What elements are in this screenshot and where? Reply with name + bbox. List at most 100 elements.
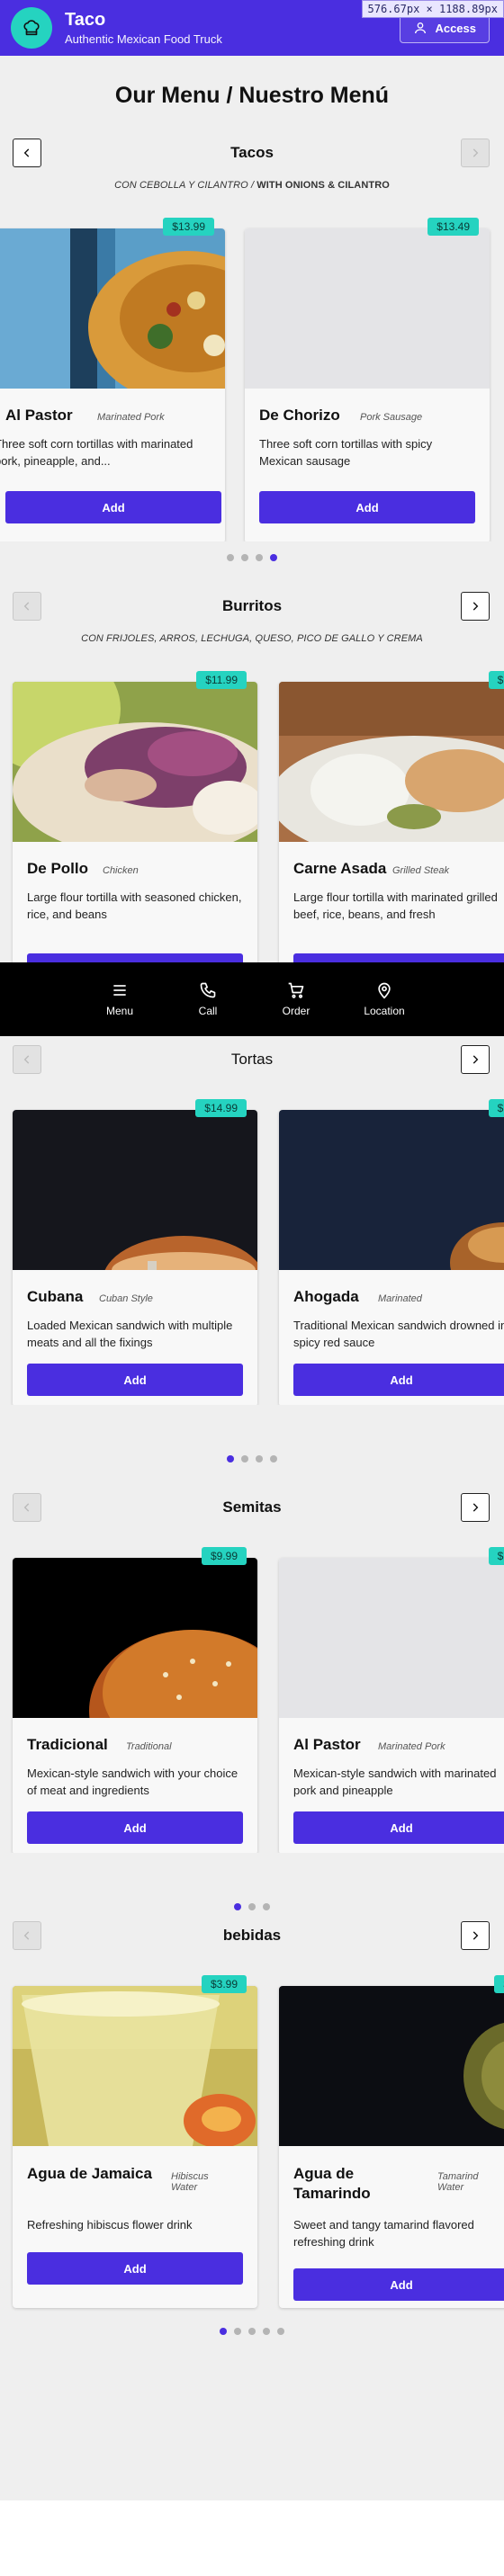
chevron-right-icon: [472, 602, 479, 611]
carousel-dot[interactable]: [241, 554, 248, 561]
carousel-track[interactable]: $9.99 Tradicional Traditional Mexican-st…: [0, 1547, 504, 1853]
price-badge: $13.99: [163, 218, 214, 236]
item-name: Agua de Jamaica: [27, 2165, 152, 2182]
carousel-dot-active[interactable]: [270, 554, 277, 561]
price-badge: $14.99: [195, 1099, 247, 1117]
item-alt-name: Marinated Pork: [97, 412, 165, 423]
menu-card[interactable]: $3.99 Agua de Jamaica Hibiscus Water Ref…: [13, 1975, 257, 2308]
section-title: Semitas: [222, 1498, 282, 1516]
carousel-dots: [0, 1455, 504, 1464]
menu-card[interactable]: $10. Al Pastor Marinated Pork Mexican-st…: [279, 1547, 504, 1853]
carousel-dot[interactable]: [248, 2328, 256, 2335]
section-title: bebidas: [222, 1927, 282, 1944]
carousel-dot[interactable]: [256, 1455, 263, 1462]
carousel-dot[interactable]: [270, 1455, 277, 1462]
carousel-track[interactable]: $3.99 Agua de Jamaica Hibiscus Water Ref…: [0, 1975, 504, 2317]
menu-card[interactable]: $13.49 De Chorizo Pork Sausage Three sof…: [245, 218, 490, 541]
carousel-track[interactable]: $14.99 Cubana Cuban Style Loaded Mexican…: [0, 1099, 504, 1405]
next-button[interactable]: [461, 592, 490, 621]
menu-card[interactable]: $9.99 Tradicional Traditional Mexican-st…: [13, 1547, 257, 1853]
section-header: Burritos: [0, 592, 504, 621]
nav-label: Call: [198, 1005, 218, 1017]
price-badge: $13.49: [428, 218, 479, 236]
item-alt-name: Marinated: [378, 1293, 422, 1304]
item-description: Loaded Mexican sandwich with multiple me…: [27, 1319, 233, 1349]
nav-item-call[interactable]: Call: [164, 962, 252, 1036]
item-description: Traditional Mexican sandwich drowned in …: [293, 1319, 504, 1349]
item-alt-name: Chicken: [103, 865, 139, 876]
item-name: Carne Asada: [293, 860, 387, 877]
carousel-dot[interactable]: [227, 554, 234, 561]
item-photo: [13, 1986, 257, 2146]
carousel-dot[interactable]: [234, 2328, 241, 2335]
price-badge: $10.: [488, 1099, 504, 1117]
menu-card[interactable]: $11.99 De Pollo Chicken Large flour tort…: [13, 671, 257, 977]
menu-card[interactable]: $14.99 Cubana Cuban Style Loaded Mexican…: [13, 1099, 257, 1405]
carousel-dot-active[interactable]: [227, 1455, 234, 1462]
carousel-dot-active[interactable]: [220, 2328, 227, 2335]
section-subtitle: CON CEBOLLA Y CILANTRO / WITH ONIONS & C…: [0, 180, 504, 191]
bottom-navigation: Menu Call Order Location: [0, 962, 504, 1036]
add-button[interactable]: Add: [5, 491, 221, 523]
carousel-dot[interactable]: [248, 1903, 256, 1910]
item-photo: [279, 1986, 504, 2146]
item-name: Al Pastor: [293, 1736, 361, 1753]
section-title: Tortas: [230, 1051, 274, 1068]
carousel-dot[interactable]: [256, 554, 263, 561]
menu-card[interactable]: $10. Ahogada Marinated Traditional Mexic…: [279, 1099, 504, 1405]
app-header: Taco Authentic Mexican Food Truck Access…: [0, 0, 504, 56]
next-button[interactable]: [461, 1921, 490, 1950]
nav-label: Location: [364, 1005, 405, 1017]
brand-name[interactable]: Taco: [65, 10, 222, 30]
menu-card[interactable]: $13. Carne Asada Grilled Steak Large flo…: [279, 671, 504, 977]
add-button[interactable]: Add: [293, 1364, 504, 1396]
item-photo: [13, 1110, 257, 1270]
next-button[interactable]: [461, 1493, 490, 1522]
item-name: De Chorizo: [259, 407, 340, 424]
menu-card[interactable]: $13.99 Al Pastor Marinated Pork Three so: [0, 218, 225, 541]
add-button[interactable]: Add: [293, 2268, 504, 2301]
subtitle-separator: /: [248, 180, 257, 191]
carousel-dots: [0, 554, 504, 563]
item-alt-name: Marinated Pork: [378, 1741, 446, 1752]
price-badge: $4.: [494, 1975, 504, 1993]
add-button[interactable]: Add: [27, 1811, 243, 1844]
carousel-track[interactable]: $11.99 De Pollo Chicken Large flour tort…: [0, 671, 504, 977]
user-icon: [415, 22, 427, 34]
subtitle-english: WITH ONIONS & CILANTRO: [256, 180, 390, 191]
carousel-dot[interactable]: [263, 2328, 270, 2335]
next-button[interactable]: [461, 1045, 490, 1074]
item-description: Sweet and tangy tamarind flavored refres…: [293, 2218, 474, 2249]
nav-label: Order: [282, 1005, 310, 1017]
item-alt-name: Cuban Style: [99, 1293, 153, 1304]
nav-item-menu[interactable]: Menu: [76, 962, 164, 1036]
menu-icon: [113, 985, 126, 996]
page-title: Our Menu / Nuestro Menú: [114, 83, 390, 108]
carousel-dot-active[interactable]: [234, 1903, 241, 1910]
menu-card[interactable]: $4. Agua de Tamarindo Tamarind Water Swe…: [279, 1975, 504, 2308]
item-name: Al Pastor: [5, 407, 73, 424]
section-header: Semitas: [0, 1493, 504, 1522]
nav-item-location[interactable]: Location: [340, 962, 428, 1036]
cart-icon: [288, 982, 304, 998]
chevron-right-icon: [472, 1503, 479, 1512]
phone-icon: [200, 982, 216, 998]
item-name: Cubana: [27, 1288, 84, 1305]
item-name: De Pollo: [27, 860, 89, 877]
section-header: Tortas: [0, 1045, 504, 1074]
carousel-dot[interactable]: [277, 2328, 284, 2335]
next-button[interactable]: [461, 139, 490, 167]
carousel-track[interactable]: $13.99 Al Pastor Marinated Pork Three so: [0, 218, 504, 541]
add-button[interactable]: Add: [27, 2252, 243, 2285]
chef-hat-icon[interactable]: [11, 7, 52, 49]
add-button[interactable]: Add: [293, 1811, 504, 1844]
item-photo: [0, 228, 225, 389]
carousel-dot[interactable]: [263, 1903, 270, 1910]
nav-item-order[interactable]: Order: [252, 962, 340, 1036]
chevron-right-icon: [472, 148, 479, 157]
add-button[interactable]: Add: [259, 491, 475, 523]
nav-label: Menu: [105, 1005, 134, 1017]
carousel-dot[interactable]: [241, 1455, 248, 1462]
section-header: Tacos: [0, 139, 504, 167]
add-button[interactable]: Add: [27, 1364, 243, 1396]
